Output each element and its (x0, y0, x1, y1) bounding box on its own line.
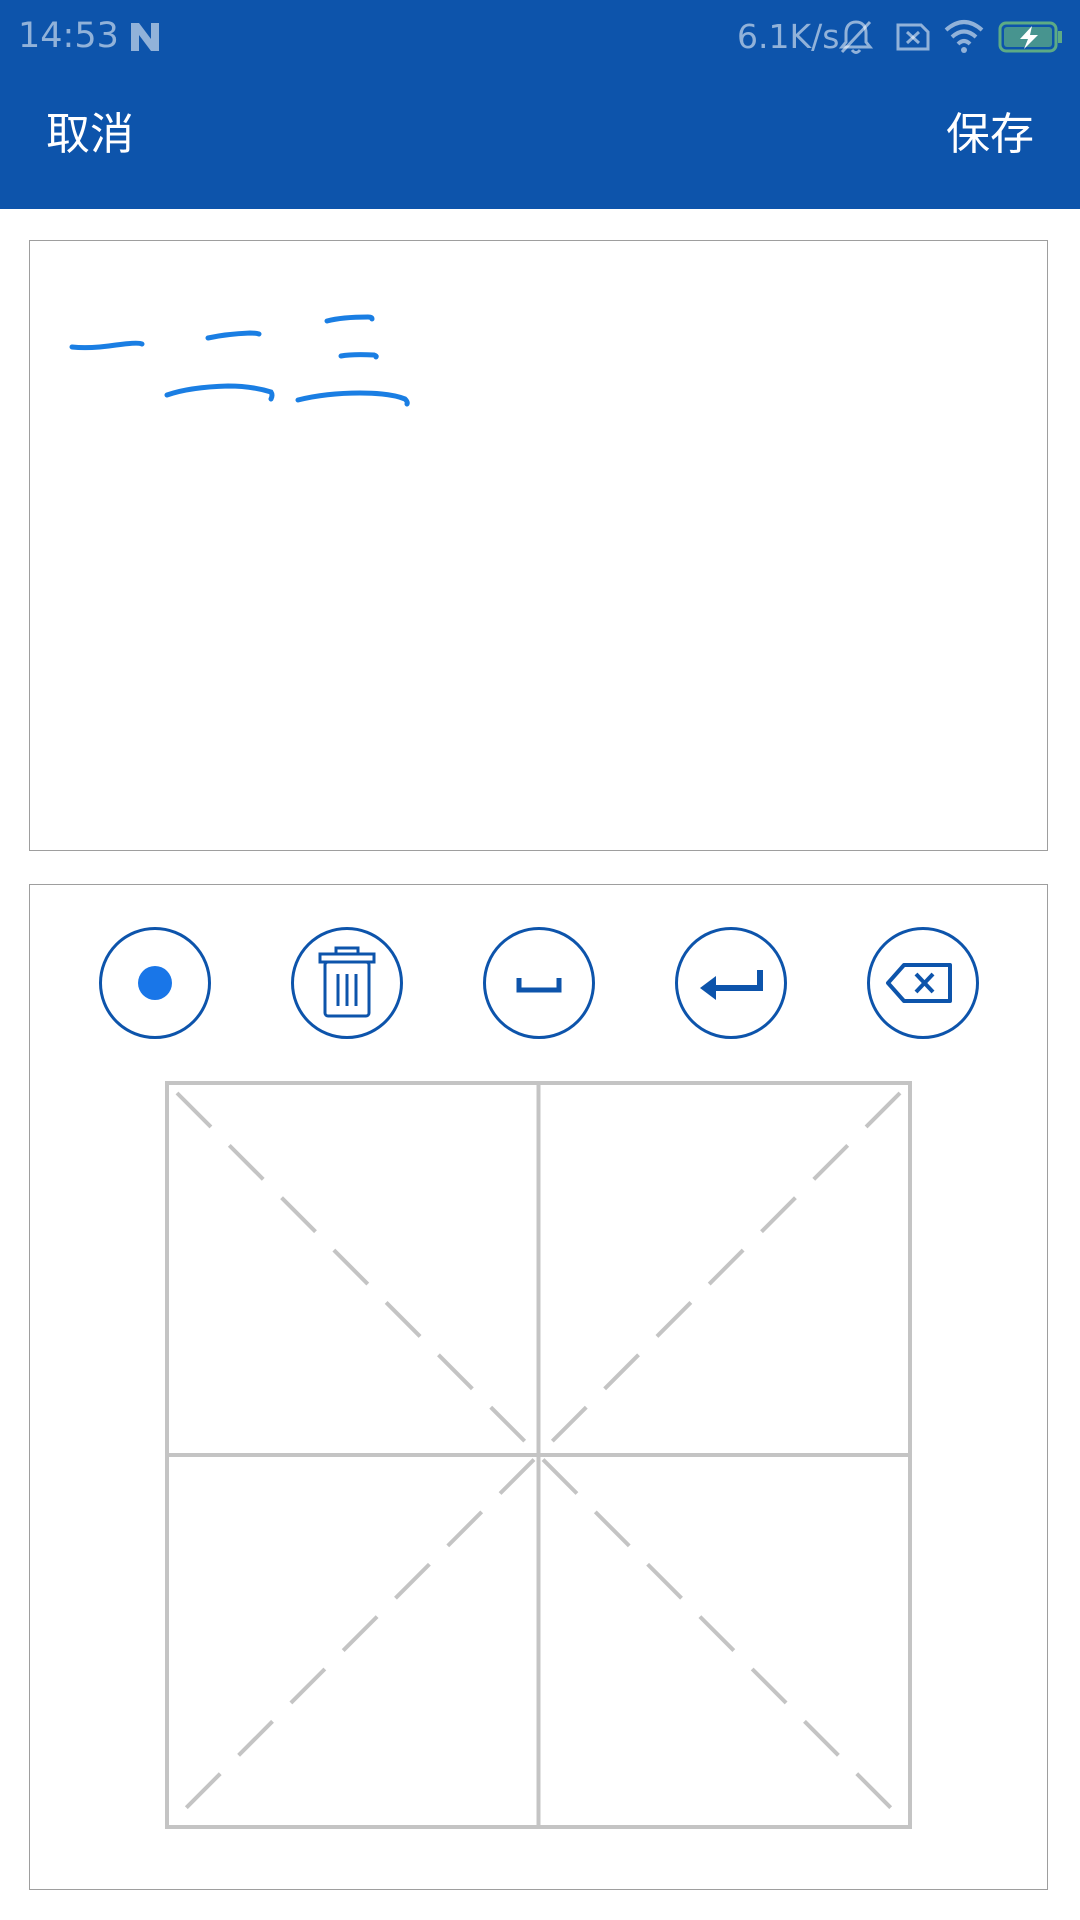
sim-x-icon (896, 23, 930, 51)
space-icon (516, 978, 562, 993)
stroke-san-bottom (295, 390, 410, 407)
stroke-san-top (324, 314, 375, 324)
handwriting-screen: 14:53 6.1K/s 取消 保存 (0, 0, 1080, 1920)
handwritten-strokes (69, 314, 410, 407)
trash-icon (318, 946, 376, 1018)
status-bar: 14:53 6.1K/s (0, 0, 1080, 75)
clear-button[interactable] (291, 927, 403, 1039)
handwriting-canvas[interactable] (29, 240, 1048, 851)
status-time: 14:53 (18, 16, 119, 56)
network-speed: 6.1K/s (737, 17, 840, 56)
backspace-icon (886, 963, 952, 1003)
pen-size-button[interactable] (99, 927, 211, 1039)
cancel-button[interactable]: 取消 (46, 105, 134, 165)
battery-charging-icon (998, 21, 1062, 53)
space-button[interactable] (483, 927, 595, 1039)
stroke-yi (69, 340, 145, 351)
stroke-san-middle (338, 352, 379, 360)
mi-grid-lines (165, 1081, 912, 1829)
n-icon (131, 23, 159, 51)
app-bar: 取消 保存 (0, 75, 1080, 209)
input-panel (29, 884, 1048, 1890)
save-button[interactable]: 保存 (946, 105, 1034, 165)
stroke-er-top (205, 330, 262, 341)
bell-muted-icon (838, 20, 874, 54)
dot-icon (138, 966, 172, 1000)
writing-grid[interactable] (165, 1081, 912, 1829)
wifi-icon (944, 20, 984, 53)
stroke-er-bottom (164, 383, 275, 402)
header: 14:53 6.1K/s 取消 保存 (0, 0, 1080, 209)
enter-button[interactable] (675, 927, 787, 1039)
enter-icon (700, 970, 763, 1000)
delete-button[interactable] (867, 927, 979, 1039)
